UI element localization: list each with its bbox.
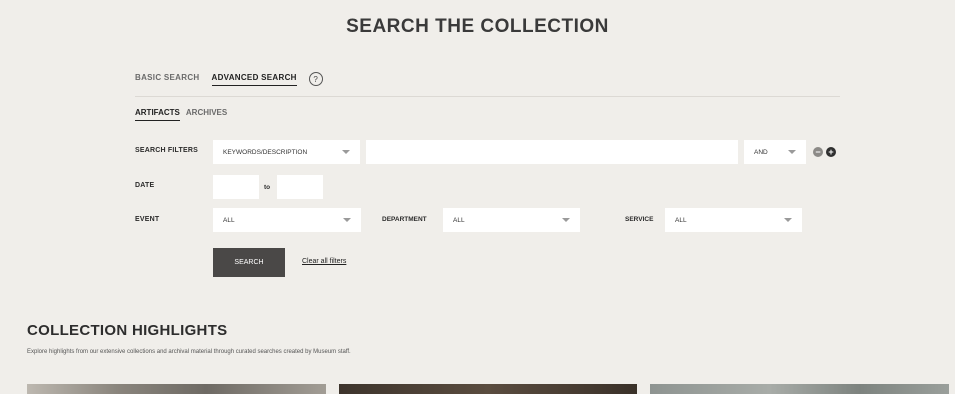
clear-filters-link[interactable]: Clear all filters	[302, 258, 346, 265]
event-select[interactable]: ALL	[213, 208, 361, 232]
remove-filter-icon[interactable]: −	[813, 147, 823, 157]
chevron-down-icon	[784, 218, 792, 222]
help-icon[interactable]: ?	[308, 72, 323, 86]
highlights-title: COLLECTION HIGHLIGHTS	[27, 322, 228, 339]
service-label: SERVICE	[625, 216, 654, 223]
filter-field-select[interactable]: KEYWORDS/DESCRIPTION	[213, 140, 360, 164]
operator-select[interactable]: AND	[744, 140, 806, 164]
search-mode-tabs: BASIC SEARCH ADVANCED SEARCH ?	[135, 72, 323, 86]
keyword-input[interactable]	[366, 140, 738, 164]
event-label: EVENT	[135, 216, 160, 223]
filter-field-value: KEYWORDS/DESCRIPTION	[223, 148, 308, 156]
operator-value: AND	[754, 148, 768, 156]
search-button[interactable]: SEARCH	[213, 248, 285, 277]
highlight-thumbnail[interactable]	[650, 384, 949, 394]
department-label: DEPARTMENT	[382, 216, 427, 223]
department-select[interactable]: ALL	[443, 208, 580, 232]
page-title: SEARCH THE COLLECTION	[346, 16, 609, 37]
tab-archives[interactable]: ARCHIVES	[186, 108, 227, 121]
chevron-down-icon	[343, 218, 351, 222]
highlights-description: Explore highlights from our extensive co…	[27, 349, 351, 355]
add-filter-icon[interactable]: +	[826, 147, 836, 157]
highlight-thumbnail[interactable]	[27, 384, 326, 394]
service-select[interactable]: ALL	[665, 208, 802, 232]
department-value: ALL	[453, 216, 465, 224]
tab-basic-search[interactable]: BASIC SEARCH	[135, 73, 200, 85]
tab-artifacts[interactable]: ARTIFACTS	[135, 108, 180, 121]
date-to-input[interactable]	[277, 175, 323, 199]
highlight-thumbnail[interactable]	[339, 384, 637, 394]
date-from-input[interactable]	[213, 175, 259, 199]
tab-advanced-search[interactable]: ADVANCED SEARCH	[211, 73, 297, 86]
date-label: DATE	[135, 182, 155, 189]
service-value: ALL	[675, 216, 687, 224]
search-filters-label: SEARCH FILTERS	[135, 147, 198, 154]
collection-type-tabs: ARTIFACTS ARCHIVES	[135, 108, 227, 121]
event-value: ALL	[223, 216, 235, 224]
chevron-down-icon	[562, 218, 570, 222]
chevron-down-icon	[788, 150, 796, 154]
date-to-label: to	[264, 184, 271, 191]
chevron-down-icon	[342, 150, 350, 154]
divider	[135, 96, 840, 97]
